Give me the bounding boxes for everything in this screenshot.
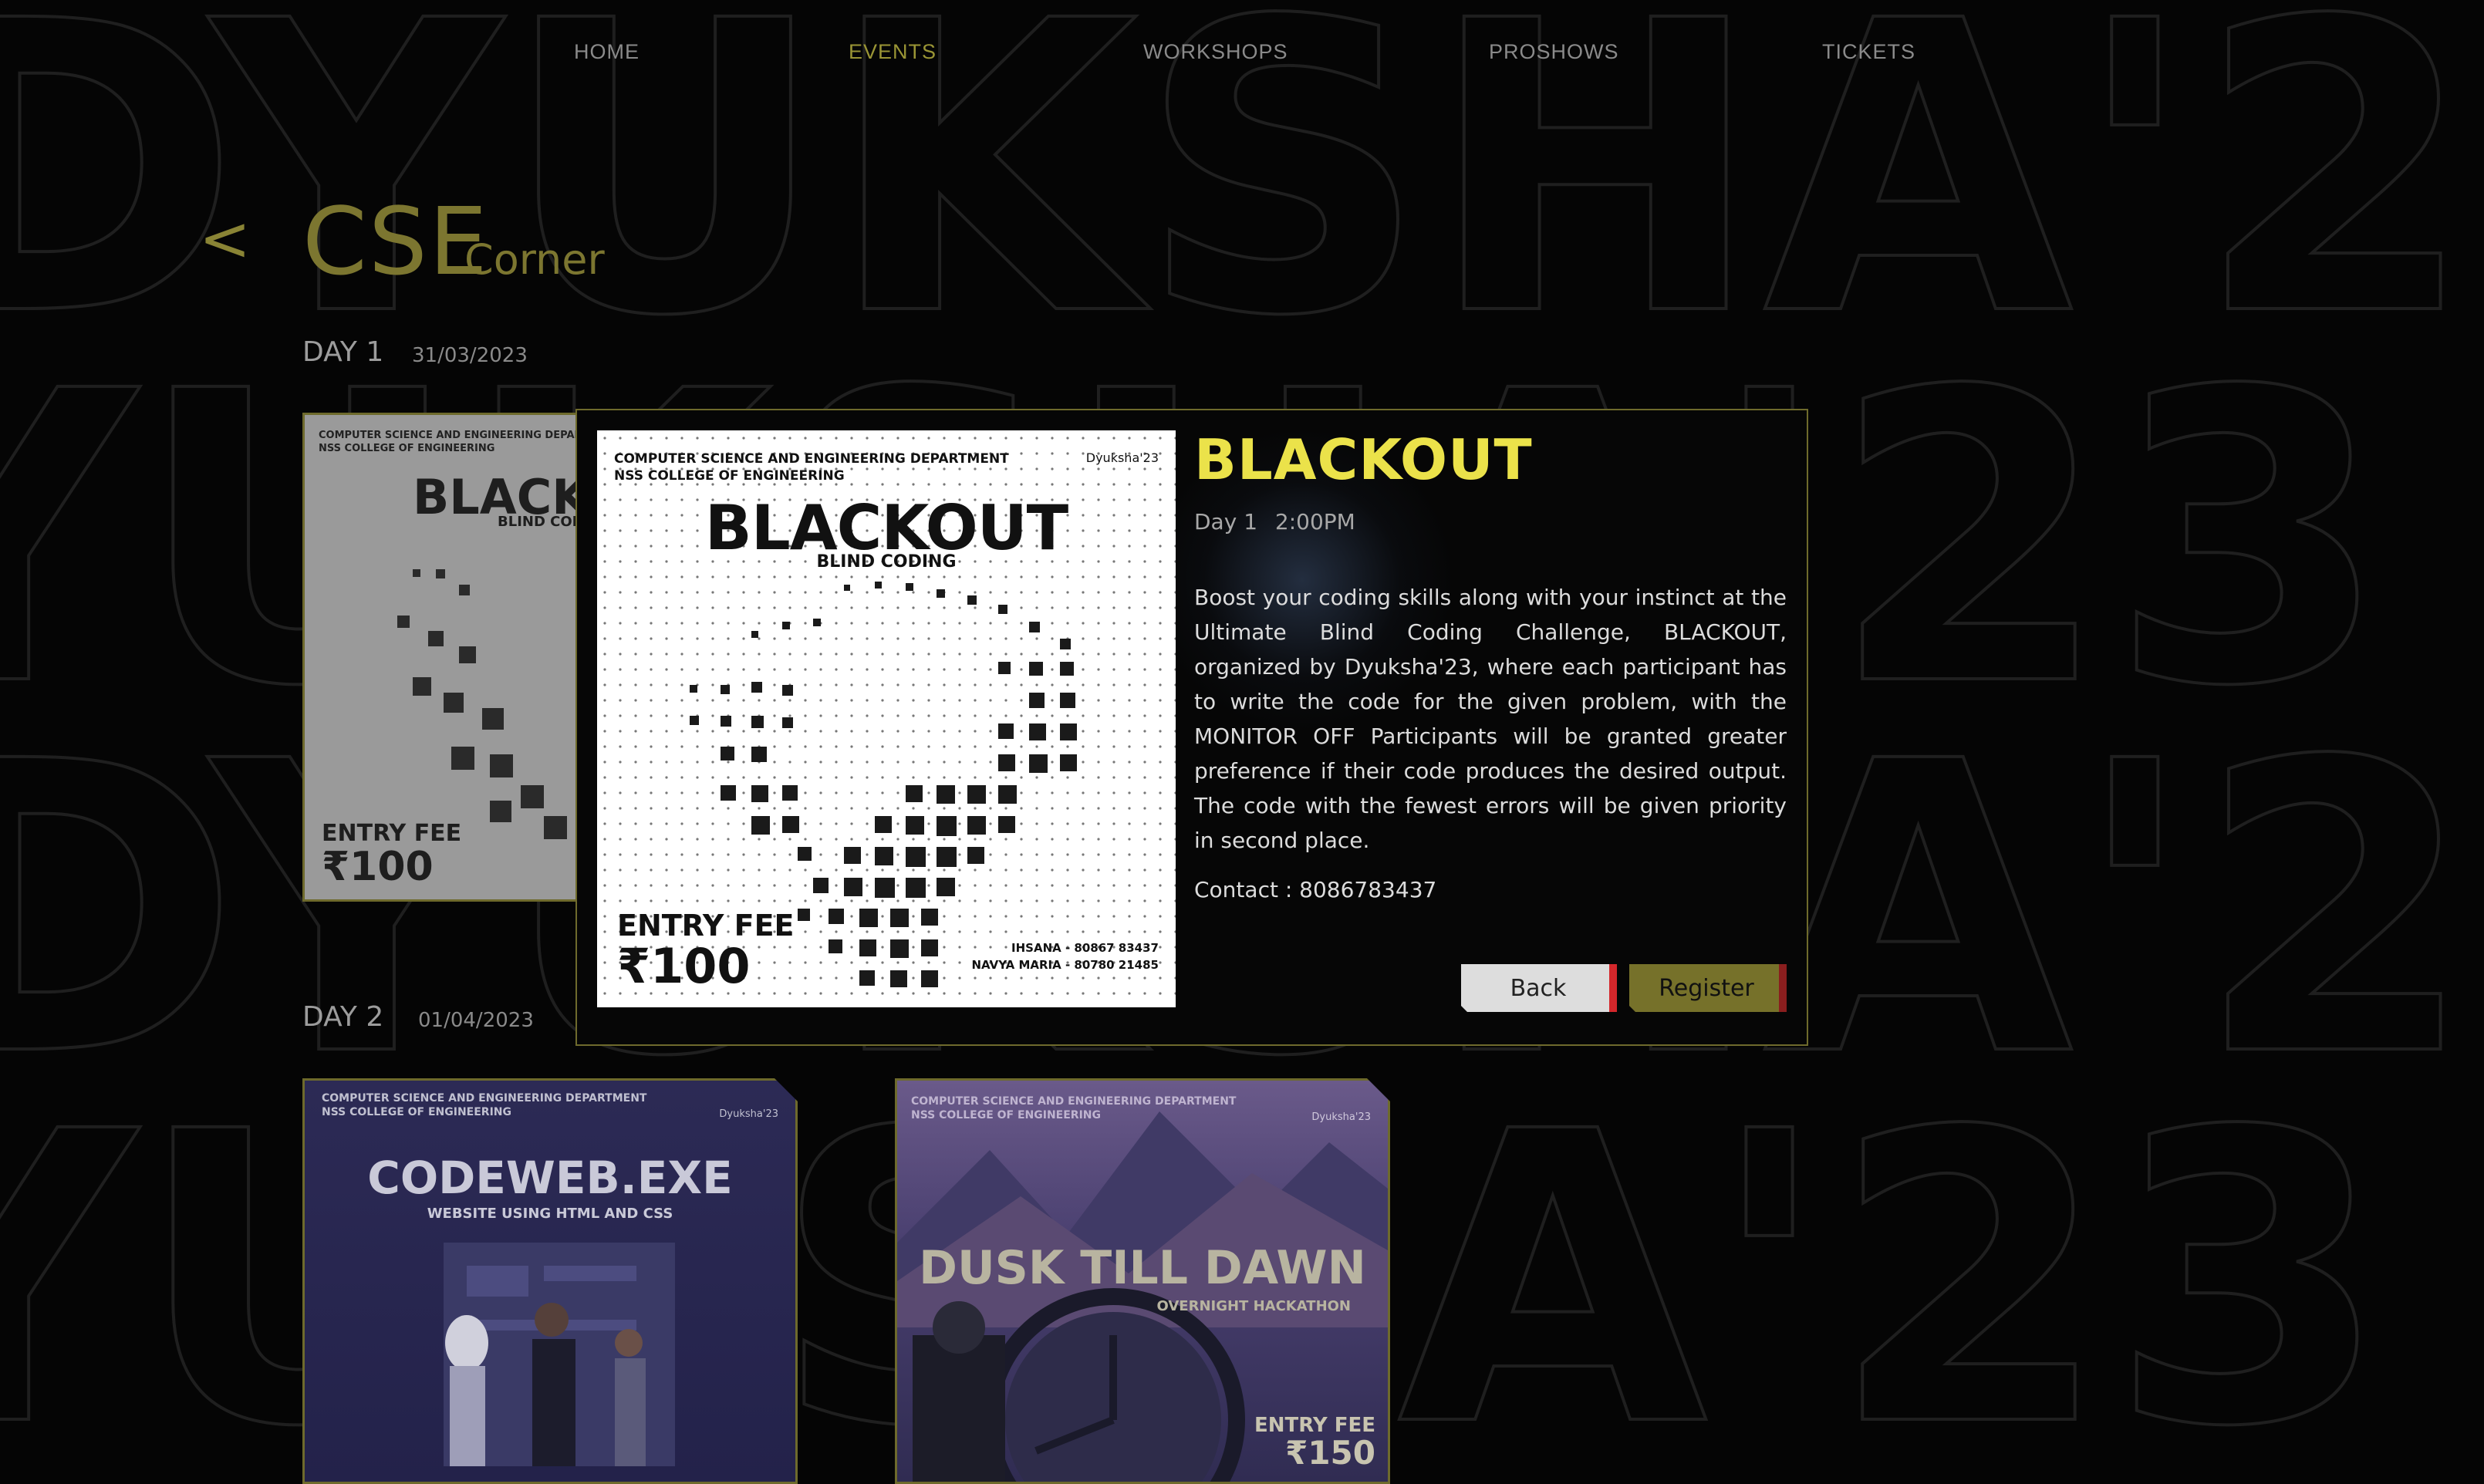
card-logo: Dyuksha'23 — [719, 1108, 778, 1120]
nav-proshows[interactable]: PROSHOWS — [1489, 40, 1619, 64]
register-button-accent — [1779, 964, 1787, 1012]
top-navigation: HOME EVENTS WORKSHOPS PROSHOWS TICKETS — [0, 40, 2484, 71]
event-card-codeweb[interactable]: COMPUTER SCIENCE AND ENGINEERING DEPARTM… — [302, 1078, 798, 1484]
event-detail-modal: COMPUTER SCIENCE AND ENGINEERING DEPARTM… — [575, 409, 1808, 1046]
card-title: CODEWEB.EXE — [367, 1152, 733, 1204]
day-1-label: DAY 1 — [302, 336, 384, 368]
event-title: BLACKOUT — [1194, 427, 1533, 492]
page-title: CSE — [302, 189, 489, 296]
day-1-date: 31/03/2023 — [412, 344, 528, 367]
nav-events[interactable]: EVENTS — [849, 40, 937, 64]
event-description: Boost your coding skills along with your… — [1194, 585, 1787, 853]
day-2-label: DAY 2 — [302, 1001, 384, 1033]
poster-logo: Dyuksha'23 — [1085, 450, 1159, 465]
poster-fee: ₹100 — [617, 938, 751, 994]
day-2-date: 01/04/2023 — [418, 1009, 534, 1032]
nav-workshops[interactable]: WORKSHOPS — [1143, 40, 1288, 64]
card-fee: ₹100 — [322, 844, 434, 890]
card-dept: COMPUTER SCIENCE AND ENGINEERING DEPARTM… — [322, 1092, 647, 1118]
back-button[interactable]: Back — [1461, 964, 1615, 1012]
event-day: Day 1 — [1194, 509, 1258, 535]
card-subtitle: WEBSITE USING HTML AND CSS — [427, 1206, 673, 1222]
poster-contacts: IHSANA - 80867 83437 NAVYA MARIA - 80780… — [971, 941, 1159, 972]
card-fee: ₹150 — [1285, 1434, 1375, 1472]
event-time: 2:00PM — [1274, 509, 1355, 535]
page-subtitle: Corner — [464, 235, 605, 284]
event-contact: Contact : 8086783437 — [1194, 877, 1437, 902]
card-fee-label: ENTRY FEE — [322, 820, 462, 847]
back-button-accent — [1609, 964, 1617, 1012]
poster-subtitle: BLIND CODING — [816, 552, 957, 572]
card-title: DUSK TILL DAWN — [919, 1241, 1366, 1295]
register-button[interactable]: Register — [1629, 964, 1784, 1012]
card-logo: Dyuksha'23 — [1311, 1111, 1371, 1123]
nav-home[interactable]: HOME — [574, 40, 640, 64]
card-subtitle: OVERNIGHT HACKATHON — [1156, 1298, 1351, 1314]
nav-tickets[interactable]: TICKETS — [1822, 40, 1915, 64]
poster-dept: COMPUTER SCIENCE AND ENGINEERING DEPARTM… — [614, 451, 1009, 484]
card-pixel-art — [397, 569, 567, 839]
card-dept: COMPUTER SCIENCE AND ENGINEERING DEPARTM… — [911, 1095, 1237, 1121]
event-poster: COMPUTER SCIENCE AND ENGINEERING DEPARTM… — [597, 430, 1176, 1007]
event-card-dusk-till-dawn[interactable]: COMPUTER SCIENCE AND ENGINEERING DEPARTM… — [895, 1078, 1390, 1484]
back-arrow-icon[interactable]: < — [199, 208, 251, 270]
card-illustration — [397, 1235, 721, 1466]
event-schedule: Day 1 2:00PM — [1194, 509, 1355, 535]
